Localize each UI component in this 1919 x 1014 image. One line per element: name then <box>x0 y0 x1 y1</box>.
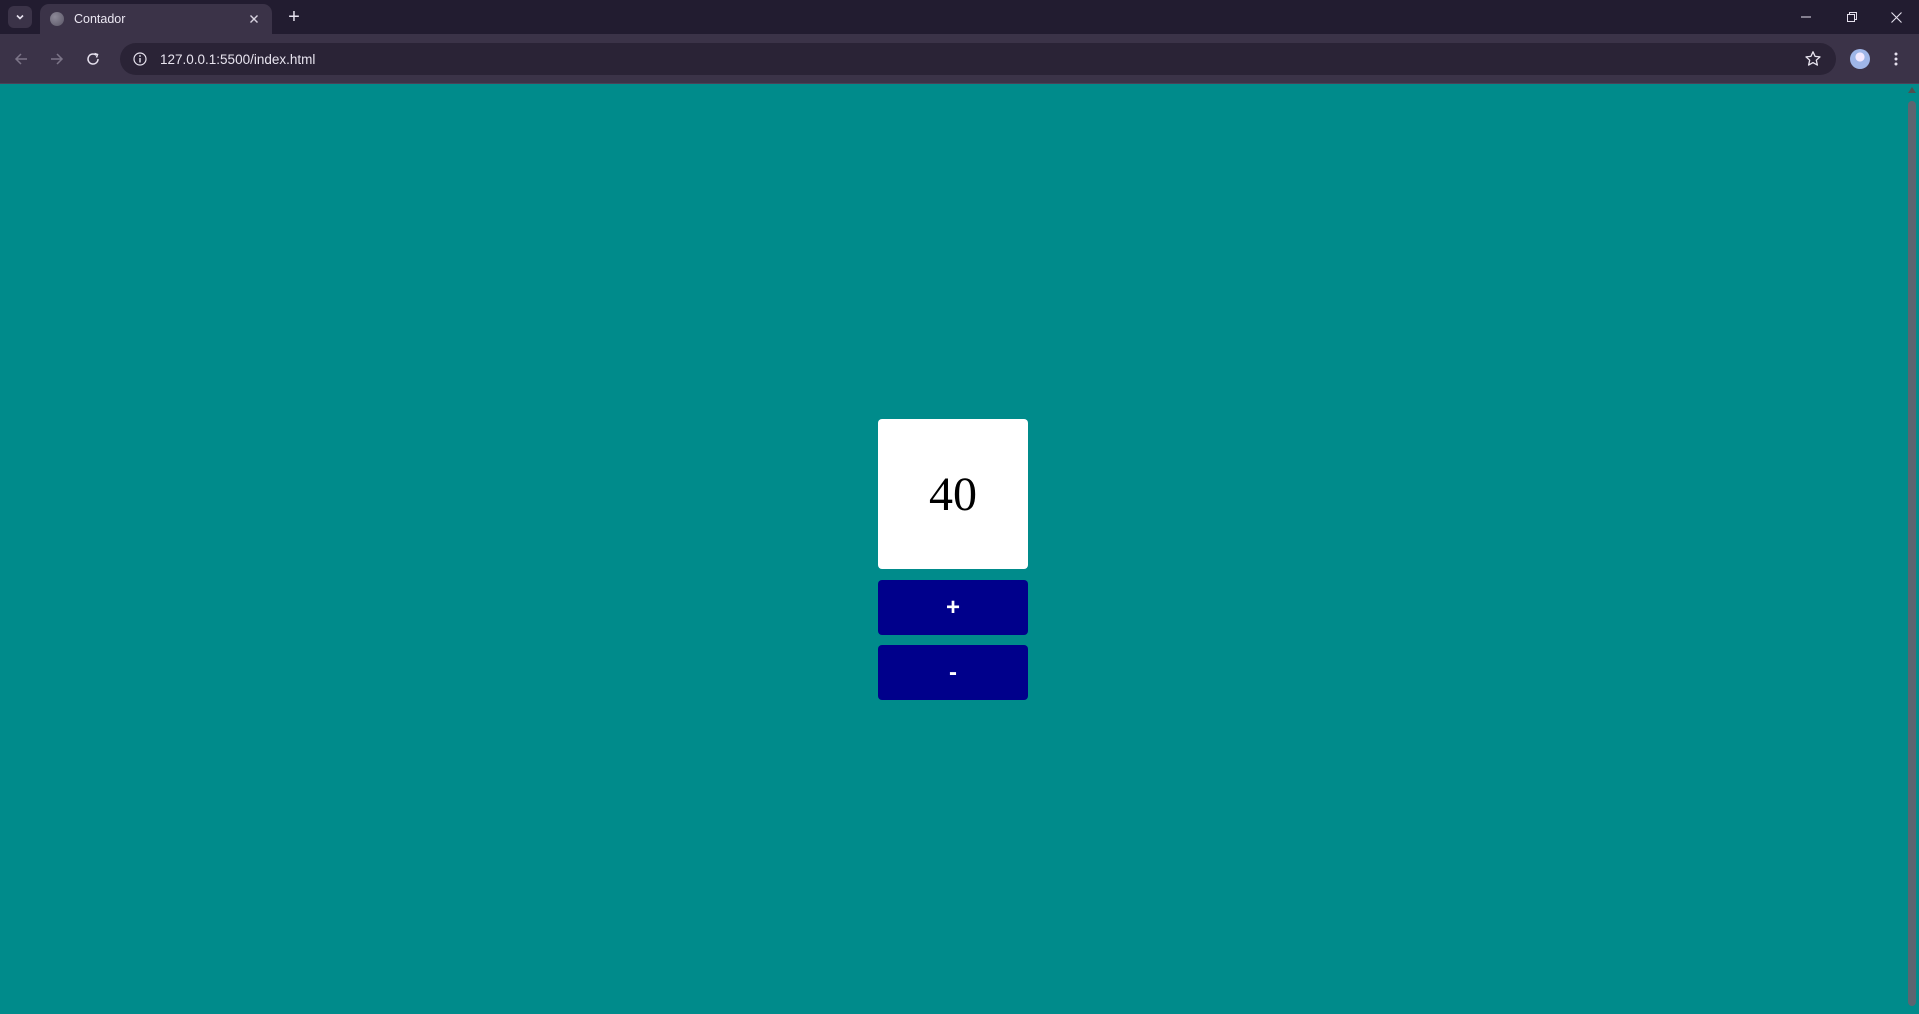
browser-tab[interactable]: Contador <box>40 4 272 34</box>
scroll-up-arrow[interactable] <box>1908 87 1916 93</box>
kebab-menu-icon <box>1894 52 1898 66</box>
increment-button[interactable]: + <box>878 580 1028 635</box>
new-tab-button[interactable]: + <box>282 6 306 28</box>
close-icon <box>250 15 258 23</box>
decrement-button[interactable]: - <box>878 645 1028 700</box>
bookmark-button[interactable] <box>1804 50 1822 68</box>
site-info-button[interactable] <box>132 51 148 67</box>
restore-icon <box>1847 12 1857 22</box>
restore-button[interactable] <box>1829 0 1875 34</box>
tab-close-button[interactable] <box>246 11 262 27</box>
star-icon <box>1805 51 1821 66</box>
page-viewport: 40 + - <box>0 85 1905 1014</box>
globe-icon <box>50 12 64 26</box>
url-text[interactable]: 127.0.0.1:5500/index.html <box>160 52 315 67</box>
counter-display: 40 <box>878 419 1028 569</box>
reload-button[interactable] <box>81 47 105 71</box>
browser-menu-button[interactable] <box>1886 49 1906 69</box>
minimize-icon <box>1801 16 1811 18</box>
avatar[interactable] <box>1850 49 1870 69</box>
counter: 40 + - <box>878 419 1028 700</box>
minimize-button[interactable] <box>1783 0 1829 34</box>
tab-search-button[interactable] <box>8 6 32 28</box>
info-icon <box>133 52 147 66</box>
forward-button[interactable] <box>45 47 69 71</box>
vertical-scrollbar[interactable] <box>1905 85 1919 1014</box>
back-button[interactable] <box>9 47 33 71</box>
reload-icon <box>87 52 99 65</box>
arrow-left-icon <box>14 53 27 65</box>
close-icon <box>1890 11 1902 23</box>
address-bar[interactable]: 127.0.0.1:5500/index.html <box>120 43 1836 75</box>
window-close-button[interactable] <box>1873 0 1919 34</box>
browser-toolbar: 127.0.0.1:5500/index.html <box>0 34 1919 84</box>
tab-title: Contador <box>74 12 126 26</box>
chevron-down-icon <box>16 14 24 20</box>
tab-strip: Contador + <box>0 0 1919 34</box>
arrow-right-icon <box>51 53 64 65</box>
scrollbar-thumb[interactable] <box>1908 101 1916 1006</box>
